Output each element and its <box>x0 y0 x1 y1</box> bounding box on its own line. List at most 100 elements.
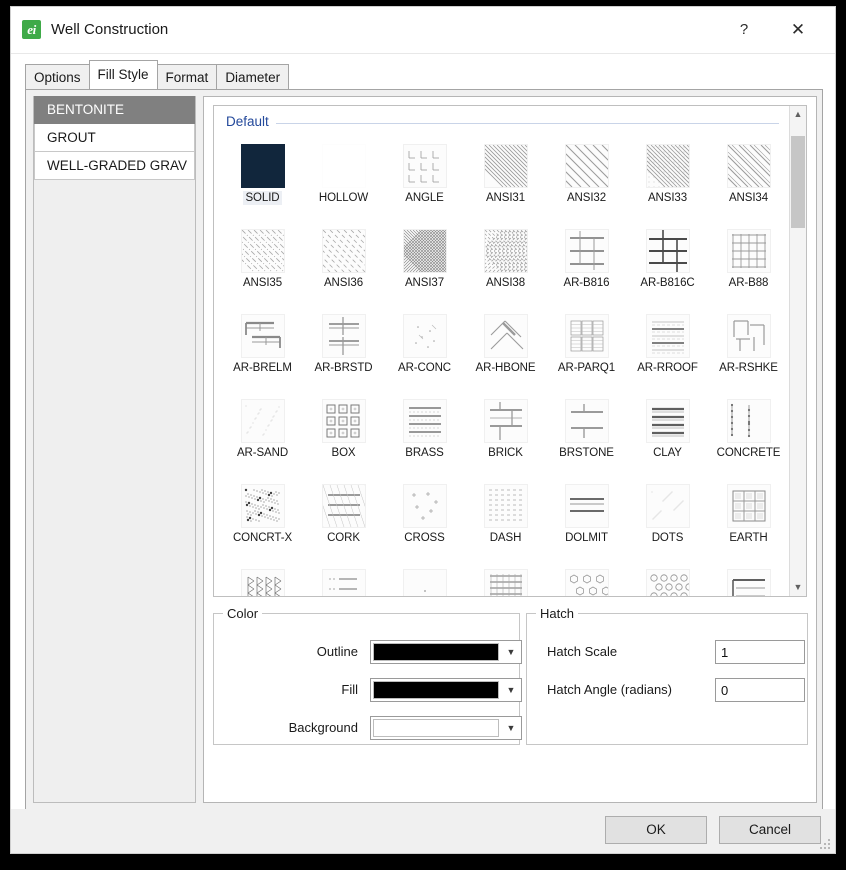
pattern-cell-ar-parq1[interactable]: AR-PARQ1 <box>546 308 627 393</box>
hatch-angle-label: Hatch Angle (radians) <box>547 682 672 697</box>
pattern-swatch-dolmit-icon <box>565 484 609 528</box>
pattern-cell-clay[interactable]: CLAY <box>627 393 708 478</box>
list-item[interactable]: BENTONITE <box>34 96 195 124</box>
pattern-cell-dolmit[interactable]: DOLMIT <box>546 478 627 563</box>
pattern-cell-box[interactable]: BOX <box>303 393 384 478</box>
pattern-swatch-ar-b816c-icon <box>646 229 690 273</box>
chevron-down-icon[interactable]: ▼ <box>501 641 521 663</box>
ok-button[interactable]: OK <box>605 816 707 844</box>
pattern-label: ANSI31 <box>484 191 527 205</box>
pattern-swatch-box-icon <box>322 399 366 443</box>
tab-diameter[interactable]: Diameter <box>216 64 289 89</box>
material-list[interactable]: BENTONITEGROUTWELL-GRADED GRAV <box>33 96 196 803</box>
pattern-cell-ar-rshke[interactable]: AR-RSHKE <box>708 308 789 393</box>
pattern-cell-ar-b88[interactable]: AR-B88 <box>708 223 789 308</box>
pattern-cell-ar-brelm[interactable]: AR-BRELM <box>222 308 303 393</box>
outline-color-combo[interactable]: ▼ <box>370 640 522 664</box>
fill-style-tab-page: BENTONITEGROUTWELL-GRADED GRAV Default S… <box>25 89 823 811</box>
pattern-group-label: Default <box>226 114 276 129</box>
scrollbar-thumb[interactable] <box>791 136 805 228</box>
pattern-scrollbar[interactable]: ▲ ▼ <box>789 106 806 596</box>
title-bar: ei Well Construction ? ✕ <box>11 7 835 54</box>
pattern-cell-ansi38[interactable]: ANSI38 <box>465 223 546 308</box>
close-button[interactable]: ✕ <box>775 7 821 52</box>
pattern-label: ANSI36 <box>322 276 365 290</box>
pattern-label: ANSI37 <box>403 276 446 290</box>
background-color-combo[interactable]: ▼ <box>370 716 522 740</box>
pattern-cell-ansi35[interactable]: ANSI35 <box>222 223 303 308</box>
color-group: Color Outline ▼ Fill ▼ Background <box>213 613 520 745</box>
list-item[interactable]: WELL-GRADED GRAV <box>34 152 195 180</box>
pattern-cell-ansi36[interactable]: ANSI36 <box>303 223 384 308</box>
pattern-browser[interactable]: Default SOLIDHOLLOWANGLEANSI31ANSI32ANSI… <box>213 105 807 597</box>
dialog-footer: OK Cancel <box>11 809 835 853</box>
pattern-label: BRASS <box>403 446 446 460</box>
fill-color-combo[interactable]: ▼ <box>370 678 522 702</box>
pattern-label: AR-RROOF <box>635 361 700 375</box>
pattern-cell-ar-sand[interactable]: AR-SAND <box>222 393 303 478</box>
pattern-swatch-ar-brstd-icon <box>322 314 366 358</box>
resize-grip[interactable] <box>820 839 832 851</box>
pattern-swatch-ar-hbone-icon <box>484 314 528 358</box>
pattern-cell-ansi33[interactable]: ANSI33 <box>627 138 708 223</box>
pattern-cell-cross[interactable]: CROSS <box>384 478 465 563</box>
outline-color-swatch <box>373 643 499 661</box>
grip-dot <box>824 847 826 849</box>
pattern-cell-flex[interactable]: FLEX <box>303 563 384 596</box>
pattern-cell-brick[interactable]: BRICK <box>465 393 546 478</box>
pattern-swatch-grass-icon <box>403 569 447 596</box>
pattern-cell-ansi37[interactable]: ANSI37 <box>384 223 465 308</box>
pattern-cell-concrete[interactable]: CONCRETE <box>708 393 789 478</box>
pattern-cell-ansi32[interactable]: ANSI32 <box>546 138 627 223</box>
help-button[interactable]: ? <box>721 7 767 52</box>
tab-options[interactable]: Options <box>25 64 90 89</box>
hatch-angle-row: Hatch Angle (radians) <box>547 678 717 704</box>
pattern-cell-cork[interactable]: CORK <box>303 478 384 563</box>
pattern-cell-ansi34[interactable]: ANSI34 <box>708 138 789 223</box>
pattern-cell-solid[interactable]: SOLID <box>222 138 303 223</box>
tab-fill-style[interactable]: Fill Style <box>89 60 158 89</box>
pattern-cell-ar-brstd[interactable]: AR-BRSTD <box>303 308 384 393</box>
pattern-label: AR-BRELM <box>231 361 294 375</box>
fill-style-pane: Default SOLIDHOLLOWANGLEANSI31ANSI32ANSI… <box>203 96 817 803</box>
pattern-cell-ar-hbone[interactable]: AR-HBONE <box>465 308 546 393</box>
tab-format[interactable]: Format <box>157 64 218 89</box>
pattern-cell-escher[interactable]: ESCHER <box>222 563 303 596</box>
scroll-up-icon[interactable]: ▲ <box>790 106 806 123</box>
pattern-cell-ar-b816c[interactable]: AR-B816C <box>627 223 708 308</box>
pattern-cell-brstone[interactable]: BRSTONE <box>546 393 627 478</box>
pattern-cell-ar-b816[interactable]: AR-B816 <box>546 223 627 308</box>
pattern-cell-honey[interactable]: HONEY <box>627 563 708 596</box>
pattern-cell-ar-conc[interactable]: AR-CONC <box>384 308 465 393</box>
pattern-cell-grass[interactable]: GRASS <box>384 563 465 596</box>
pattern-cell-hollow[interactable]: HOLLOW <box>303 138 384 223</box>
pattern-swatch-concrt-x-icon <box>241 484 285 528</box>
pattern-cell-ar-rroof[interactable]: AR-RROOF <box>627 308 708 393</box>
pattern-cell-ansi31[interactable]: ANSI31 <box>465 138 546 223</box>
pattern-cell-brass[interactable]: BRASS <box>384 393 465 478</box>
chevron-down-icon[interactable]: ▼ <box>501 679 521 701</box>
pattern-cell-angle[interactable]: ANGLE <box>384 138 465 223</box>
pattern-label: AR-RSHKE <box>717 361 780 375</box>
list-item[interactable]: GROUT <box>34 124 195 152</box>
grip-dot <box>820 847 822 849</box>
cancel-button[interactable]: Cancel <box>719 816 821 844</box>
pattern-label: AR-PARQ1 <box>556 361 617 375</box>
pattern-cell-dash[interactable]: DASH <box>465 478 546 563</box>
hatch-scale-input[interactable] <box>715 640 805 664</box>
pattern-cell-hound[interactable]: HOUND <box>708 563 789 596</box>
pattern-cell-hex[interactable]: HEX <box>546 563 627 596</box>
pattern-cell-concrt-x[interactable]: CONCRT-X <box>222 478 303 563</box>
pattern-swatch-grate-icon <box>484 569 528 596</box>
pattern-cell-grate[interactable]: GRATE <box>465 563 546 596</box>
pattern-cell-dots[interactable]: DOTS <box>627 478 708 563</box>
pattern-swatch-ar-rroof-icon <box>646 314 690 358</box>
pattern-swatch-dots-icon <box>646 484 690 528</box>
pattern-swatch-clay-icon <box>646 399 690 443</box>
hatch-angle-input[interactable] <box>715 678 805 702</box>
pattern-swatch-ar-conc-icon <box>403 314 447 358</box>
pattern-label: CONCRT-X <box>231 531 294 545</box>
pattern-cell-earth[interactable]: EARTH <box>708 478 789 563</box>
scroll-down-icon[interactable]: ▼ <box>790 579 806 596</box>
chevron-down-icon[interactable]: ▼ <box>501 717 521 739</box>
